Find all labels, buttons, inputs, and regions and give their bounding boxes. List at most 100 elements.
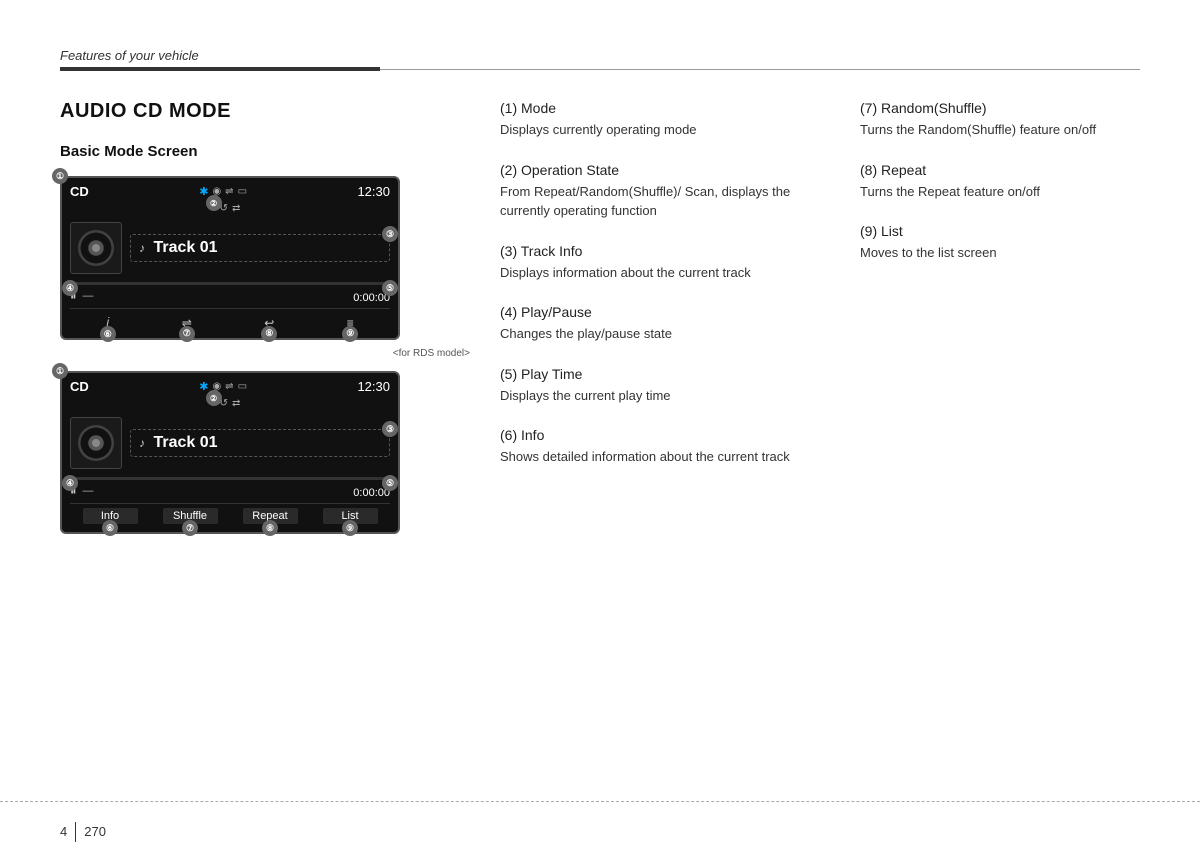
item-5-desc: Displays the current play time (500, 386, 840, 406)
screen1-inner: CD ✱ ◉ ⇌ ▭ 12:30 ② (62, 178, 398, 338)
item-3: (3) Track Info Displays information abou… (500, 243, 840, 283)
footer-chapter: 4 (60, 824, 67, 839)
music-note-icon-s2: ♪ (139, 436, 145, 450)
music-note-icon: ♪ (139, 241, 145, 255)
circle-7-s2: ⑦ (182, 520, 198, 536)
battery-icon: ▭ (238, 186, 247, 197)
screen1-row2: ② ↺ ⇄ (70, 203, 390, 214)
item-9-title: (9) List (860, 223, 1140, 239)
section-title: AUDIO CD MODE (60, 100, 480, 123)
item-7-desc: Turns the Random(Shuffle) feature on/off (860, 120, 1140, 140)
circle-3-s1: ③ (382, 226, 398, 242)
middle-column: (1) Mode Displays currently operating mo… (480, 100, 860, 781)
screen1-row2-wrap: ② ↺ ⇄ (220, 203, 241, 214)
screen2-icons: ✱ ◉ ⇌ ▭ (199, 380, 247, 393)
item-7: (7) Random(Shuffle) Turns the Random(Shu… (860, 100, 1140, 140)
item-8: (8) Repeat Turns the Repeat feature on/o… (860, 162, 1140, 202)
screen1-cd-label: CD (70, 184, 89, 199)
item-2: (2) Operation State From Repeat/Random(S… (500, 162, 840, 221)
battery-icon-s2: ▭ (238, 381, 247, 392)
bluetooth-icon-s2: ✱ (199, 380, 208, 393)
bottom-btn-6-wrap: ⑥ Info (83, 508, 138, 524)
vinyl-icon (78, 230, 114, 266)
screen2-track-name: ♪ Track 01 (139, 434, 381, 452)
circle-9-s1: ⑨ (342, 326, 358, 342)
screen2-progress (70, 477, 390, 480)
shuffle-icon-sm-s2: ⇄ (232, 398, 240, 409)
screen2-play-wrap: ④ ⏸ — (70, 483, 94, 499)
circle-2: ② (206, 195, 222, 211)
screen1-track-area: ③ ♪ Track 01 (70, 218, 390, 278)
screen1-bottom: ⑥ 𝑖 ⑦ ⇌ ⑧ ↩ ⑨ ≡ (70, 308, 390, 332)
main-content: AUDIO CD MODE Basic Mode Screen ① CD ✱ ◉… (60, 100, 1140, 781)
item-8-desc: Turns the Repeat feature on/off (860, 182, 1140, 202)
item-1-desc: Displays currently operating mode (500, 120, 840, 140)
circle-6-s2: ⑥ (102, 520, 118, 536)
circle-5-s1: ⑤ (382, 280, 398, 296)
bottom-btn-7-wrap: ⑦ Shuffle (163, 508, 218, 524)
circle-8-s1: ⑧ (261, 326, 277, 342)
screen2-row2-icons: ↺ ⇄ (220, 398, 241, 409)
header-bar: Features of your vehicle (60, 48, 1140, 71)
bottom-btn-9-wrap: ⑨ List (323, 508, 378, 524)
header-line-light (380, 69, 1140, 70)
header-line (60, 67, 1140, 71)
screen2-track-area: ③ ♪ Track 01 (70, 413, 390, 473)
screen1-time-wrap: ⑤ 0:00:00 (353, 288, 390, 304)
vinyl-inner-s2 (92, 439, 100, 447)
vinyl-inner (92, 244, 100, 252)
circle-2-s2: ② (206, 390, 222, 406)
item-7-title: (7) Random(Shuffle) (860, 100, 1140, 116)
header-title: Features of your vehicle (60, 48, 1140, 63)
bottom-icon-6-wrap: ⑥ 𝑖 (106, 313, 109, 330)
track-info-wrap-s2: ③ ♪ Track 01 (130, 429, 390, 457)
bottom-btn-8-wrap: ⑧ Repeat (243, 508, 298, 524)
item-5: (5) Play Time Displays the current play … (500, 366, 840, 406)
footer: 4 270 (0, 801, 1200, 861)
screen1-album-art (70, 222, 122, 274)
item-9-desc: Moves to the list screen (860, 243, 1140, 263)
screen2-time: 12:30 (357, 379, 390, 394)
circle-1-screen1: ① (52, 168, 68, 184)
vinyl-icon-s2 (78, 425, 114, 461)
screen2-bottom: ⑥ Info ⑦ Shuffle ⑧ Repeat ⑨ (70, 503, 390, 526)
item-6: (6) Info Shows detailed information abou… (500, 427, 840, 467)
circle-7-s1: ⑦ (179, 326, 195, 342)
item-1: (1) Mode Displays currently operating mo… (500, 100, 840, 140)
screen2-topbar: CD ✱ ◉ ⇌ ▭ 12:30 (70, 379, 390, 394)
circle-4-s1: ④ (62, 280, 78, 296)
item-4: (4) Play/Pause Changes the play/pause st… (500, 304, 840, 344)
item-3-title: (3) Track Info (500, 243, 840, 259)
bottom-icon-9-wrap: ⑨ ≡ (347, 314, 354, 330)
rds-label: <for RDS model> (60, 348, 470, 359)
circle-5-s2: ⑤ (382, 475, 398, 491)
dash-icon-s2: — (83, 485, 94, 497)
item-1-title: (1) Mode (500, 100, 840, 116)
screen1-track-info: ♪ Track 01 (130, 234, 390, 262)
left-column: AUDIO CD MODE Basic Mode Screen ① CD ✱ ◉… (60, 100, 480, 781)
screen1-container: ① CD ✱ ◉ ⇌ ▭ 12:30 (60, 176, 480, 340)
screen2-row2-wrap: ② ↺ ⇄ (220, 398, 241, 409)
item-3-desc: Displays information about the current t… (500, 263, 840, 283)
item-5-title: (5) Play Time (500, 366, 840, 382)
circle-3-s2: ③ (382, 421, 398, 437)
screen2-mockup: CD ✱ ◉ ⇌ ▭ 12:30 ② (60, 371, 400, 534)
screen1-controls: ④ ⏸ — ⑤ 0:00:00 (70, 288, 390, 304)
subsection-title: Basic Mode Screen (60, 143, 480, 160)
phone-icon-s2: ⇌ (225, 381, 233, 392)
shuffle-icon-sm: ⇄ (232, 203, 240, 214)
screen1-mockup: CD ✱ ◉ ⇌ ▭ 12:30 ② (60, 176, 400, 340)
item-2-title: (2) Operation State (500, 162, 840, 178)
screen1-progress (70, 282, 390, 285)
track-info-wrap: ③ ♪ Track 01 (130, 234, 390, 262)
screen1-topbar: CD ✱ ◉ ⇌ ▭ 12:30 (70, 184, 390, 199)
header-line-dark (60, 67, 380, 71)
circle-8-s2: ⑧ (262, 520, 278, 536)
bottom-icon-7-wrap: ⑦ ⇌ (182, 314, 192, 330)
bottom-icon-8-wrap: ⑧ ↩ (264, 314, 274, 330)
circle-1-screen2: ① (52, 363, 68, 379)
screen2-row2: ② ↺ ⇄ (70, 398, 390, 409)
screen2-track-info: ♪ Track 01 (130, 429, 390, 457)
screen1-icons: ✱ ◉ ⇌ ▭ (199, 185, 247, 198)
item-2-desc: From Repeat/Random(Shuffle)/ Scan, displ… (500, 182, 840, 221)
